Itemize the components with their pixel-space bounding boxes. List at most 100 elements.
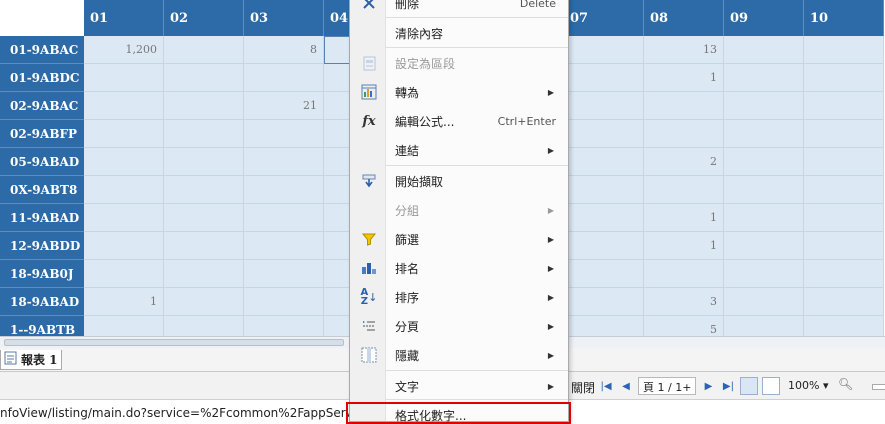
next-page-icon[interactable]: ▶	[700, 378, 716, 394]
zoom-select[interactable]: 100% ▾	[788, 379, 828, 392]
table-cell[interactable]	[244, 316, 324, 336]
table-cell[interactable]	[564, 64, 644, 92]
table-cell[interactable]	[564, 36, 644, 64]
table-cell[interactable]	[84, 204, 164, 232]
table-cell[interactable]	[84, 148, 164, 176]
table-cell[interactable]	[164, 204, 244, 232]
table-cell[interactable]	[84, 176, 164, 204]
document-view-icon[interactable]	[762, 377, 780, 395]
row-header[interactable]: 18-9AB0J	[0, 260, 84, 288]
table-cell[interactable]	[804, 288, 884, 316]
table-cell[interactable]: 13	[644, 36, 724, 64]
table-cell[interactable]	[644, 92, 724, 120]
table-cell[interactable]	[804, 148, 884, 176]
table-cell[interactable]	[724, 232, 804, 260]
table-cell[interactable]: 2	[644, 148, 724, 176]
table-cell[interactable]	[644, 120, 724, 148]
row-header[interactable]: 02-9ABFP	[0, 120, 84, 148]
table-cell[interactable]	[164, 148, 244, 176]
table-cell[interactable]	[724, 120, 804, 148]
table-cell[interactable]	[804, 176, 884, 204]
menu-item-group[interactable]: 分組 ▶	[350, 196, 568, 224]
close-label[interactable]: 關閉	[571, 379, 595, 396]
column-header[interactable]: 02	[164, 0, 244, 36]
menu-item-edit-formula[interactable]: fx 編輯公式... Ctrl+Enter	[350, 107, 568, 135]
table-cell[interactable]	[164, 36, 244, 64]
table-cell[interactable]	[644, 260, 724, 288]
table-cell[interactable]	[724, 288, 804, 316]
menu-item-page-break[interactable]: 分頁 ▶	[350, 312, 568, 340]
page-view-icon[interactable]	[740, 377, 758, 395]
last-page-icon[interactable]: ▶|	[720, 378, 736, 394]
table-cell[interactable]	[804, 92, 884, 120]
row-header[interactable]: 18-9ABAD	[0, 288, 84, 316]
table-cell[interactable]	[724, 148, 804, 176]
table-cell[interactable]	[564, 176, 644, 204]
table-cell[interactable]	[164, 232, 244, 260]
table-cell[interactable]	[84, 260, 164, 288]
zoom-slider[interactable]	[872, 384, 885, 390]
table-cell[interactable]	[84, 64, 164, 92]
table-cell[interactable]: 5	[644, 316, 724, 336]
menu-item-filter[interactable]: 篩選 ▶	[350, 225, 568, 253]
row-header[interactable]: 11-9ABAD	[0, 204, 84, 232]
table-cell[interactable]	[804, 316, 884, 336]
table-cell[interactable]: 1,200	[84, 36, 164, 64]
table-cell[interactable]	[724, 316, 804, 336]
table-cell[interactable]: 21	[244, 92, 324, 120]
table-cell[interactable]	[244, 288, 324, 316]
menu-item-delete[interactable]: 刪除 Delete	[350, 0, 568, 17]
table-cell[interactable]	[724, 64, 804, 92]
table-cell[interactable]	[84, 316, 164, 336]
menu-item-drill[interactable]: 開始擷取	[350, 167, 568, 195]
table-cell[interactable]	[564, 316, 644, 336]
menu-item-rank[interactable]: 排名 ▶	[350, 254, 568, 282]
table-cell[interactable]	[804, 204, 884, 232]
menu-item-text[interactable]: 文字 ▶	[350, 372, 568, 400]
column-header[interactable]: 03	[244, 0, 324, 36]
table-cell[interactable]	[724, 260, 804, 288]
page-indicator[interactable]: 頁 1 / 1+	[638, 377, 697, 395]
menu-item-clear[interactable]: 清除內容	[350, 19, 568, 47]
row-header[interactable]: 01-9ABDC	[0, 64, 84, 92]
table-cell[interactable]	[564, 204, 644, 232]
table-cell[interactable]	[724, 36, 804, 64]
table-cell[interactable]	[724, 204, 804, 232]
zoom-out-icon[interactable]: 🔍︎	[838, 377, 853, 391]
prev-page-icon[interactable]: ◀	[618, 378, 634, 394]
table-cell[interactable]: 3	[644, 288, 724, 316]
menu-item-set-section[interactable]: 設定為區段	[350, 49, 568, 77]
table-cell[interactable]	[84, 120, 164, 148]
table-cell[interactable]	[564, 232, 644, 260]
table-cell[interactable]	[724, 92, 804, 120]
scrollbar-thumb[interactable]	[4, 339, 344, 346]
table-cell[interactable]: 8	[244, 36, 324, 64]
table-cell[interactable]: 1	[84, 288, 164, 316]
table-cell[interactable]	[564, 120, 644, 148]
table-cell[interactable]: 1	[644, 232, 724, 260]
table-cell[interactable]	[244, 64, 324, 92]
table-cell[interactable]	[804, 64, 884, 92]
row-header[interactable]: 12-9ABDD	[0, 232, 84, 260]
table-cell[interactable]	[164, 92, 244, 120]
row-header[interactable]: 02-9ABAC	[0, 92, 84, 120]
table-cell[interactable]: 1	[644, 204, 724, 232]
table-cell[interactable]	[244, 176, 324, 204]
sheet-tab[interactable]: 報表 1	[0, 350, 62, 370]
row-header[interactable]: 1--9ABTB	[0, 316, 84, 336]
first-page-icon[interactable]: |◀	[598, 378, 614, 394]
table-cell[interactable]	[164, 64, 244, 92]
table-cell[interactable]: 1	[644, 64, 724, 92]
table-cell[interactable]	[244, 204, 324, 232]
table-cell[interactable]	[804, 232, 884, 260]
column-header[interactable]: 10	[804, 0, 884, 36]
column-header[interactable]: 07	[564, 0, 644, 36]
table-cell[interactable]	[564, 288, 644, 316]
column-header[interactable]: 09	[724, 0, 804, 36]
table-cell[interactable]	[84, 92, 164, 120]
table-cell[interactable]	[244, 120, 324, 148]
table-cell[interactable]	[564, 260, 644, 288]
table-cell[interactable]	[84, 232, 164, 260]
table-cell[interactable]	[164, 288, 244, 316]
table-cell[interactable]	[164, 316, 244, 336]
